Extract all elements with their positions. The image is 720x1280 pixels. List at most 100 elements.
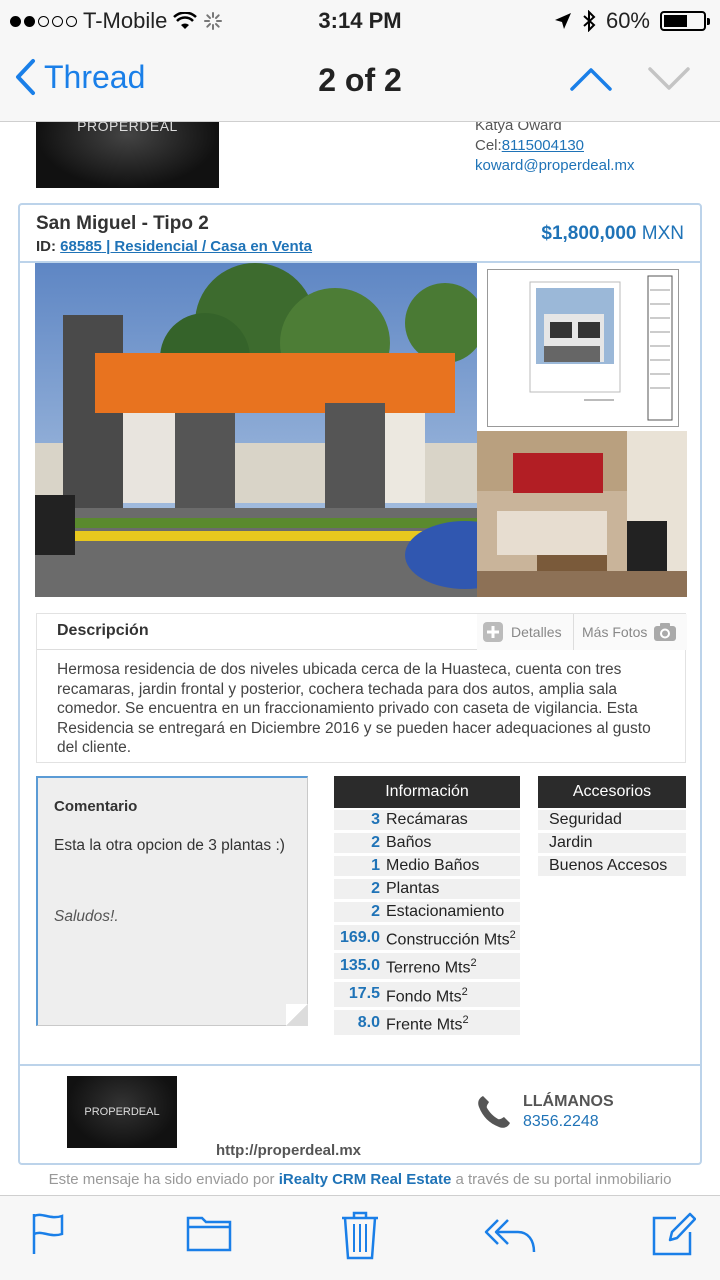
more-photos-tab[interactable]: Más Fotos — [573, 614, 677, 650]
unit-superscript: 2 — [509, 929, 516, 941]
information-value: 2 — [371, 903, 380, 920]
note-brand[interactable]: iRealty CRM Real Estate — [279, 1171, 452, 1188]
listing-title: San Miguel - Tipo 2 — [36, 213, 209, 234]
compose-icon[interactable] — [650, 1212, 696, 1256]
information-heading: Información — [334, 776, 520, 808]
comment-note: Comentario Esta la otra opcion de 3 plan… — [36, 776, 308, 1026]
price-value: $1,800,000 — [541, 223, 637, 244]
bottom-toolbar — [0, 1195, 720, 1280]
cel-link[interactable]: 8115004130 — [502, 137, 584, 154]
website-link[interactable]: http://properdeal.mx — [216, 1142, 361, 1159]
information-row: 17.5 Fondo Mts2 — [334, 981, 520, 1007]
accessory-item: Jardin — [538, 833, 686, 853]
accessory-item: Seguridad — [538, 810, 686, 830]
listing-id: ID: 68585 | Residencial / Casa en Venta — [36, 238, 312, 255]
listing-category: | Residencial / Casa en Venta — [106, 238, 313, 255]
camera-icon — [654, 623, 677, 641]
information-label: Frente Mts2 — [386, 1010, 520, 1035]
description-panel: Descripción Detalles Más Fotos Hermosa r… — [36, 613, 687, 763]
living-room-photo[interactable] — [477, 431, 687, 597]
accessories-table: Accesorios Seguridad Jardin Buenos Accesos — [538, 776, 686, 879]
information-label: Baños — [386, 833, 520, 853]
previous-message-button[interactable] — [570, 66, 612, 92]
divider — [20, 1064, 700, 1066]
unit-superscript: 2 — [470, 957, 477, 970]
information-label-text: Fondo Mts — [386, 987, 462, 1005]
information-row: 1 Medio Baños — [334, 856, 520, 876]
phone-link[interactable]: 8356.2248 — [523, 1113, 599, 1131]
information-row: 135.0 Terreno Mts2 — [334, 953, 520, 979]
unit-superscript: 2 — [461, 985, 468, 998]
note-suffix: a través de su portal inmobiliario — [455, 1171, 672, 1188]
description-heading: Descripción — [57, 622, 149, 639]
agent-email-link[interactable]: koward@properdeal.mx — [475, 157, 634, 174]
main-property-photo[interactable] — [35, 263, 477, 597]
note-prefix: Este mensaje ha sido enviado por — [48, 1171, 275, 1188]
plus-icon — [483, 622, 503, 642]
information-label: Plantas — [386, 879, 520, 899]
information-label-text: Terreno Mts — [386, 959, 471, 977]
information-row: 8.0 Frente Mts2 — [334, 1009, 520, 1036]
information-table: Información 3 Recámaras 2 Baños 1 Medio Baños… — [334, 776, 520, 1038]
battery-icon — [660, 11, 710, 31]
listing-id-label: ID: — [36, 238, 56, 255]
information-row: 169.0 Construcción Mts2 — [334, 925, 520, 951]
footer-logo: PROPERDEAL — [67, 1076, 177, 1148]
reply-icon[interactable] — [484, 1216, 536, 1254]
information-value: 135.0 — [339, 956, 380, 974]
sent-by-note: Este mensaje ha sido enviado por iRealty… — [20, 1171, 700, 1188]
information-value: 17.5 — [348, 985, 380, 1003]
listing-id-value: 68585 — [60, 238, 102, 255]
footer-logo-text: PROPERDEAL — [84, 1106, 160, 1118]
details-tab[interactable]: Detalles — [483, 620, 562, 644]
bluetooth-icon — [583, 10, 596, 32]
agent-cel: Cel:8115004130 — [475, 136, 634, 156]
information-label-text: Frente Mts — [386, 1016, 463, 1034]
description-header: Descripción — [37, 614, 477, 650]
price-currency: MXN — [641, 223, 684, 244]
more-photos-label: Más Fotos — [582, 624, 648, 640]
header-logo: PROPERDEAL — [36, 122, 219, 188]
description-text: Hermosa residencia de dos niveles ubicad… — [57, 661, 651, 756]
listing-price: $1,800,000 MXN — [541, 223, 684, 245]
cel-label: Cel: — [475, 137, 502, 154]
information-label-text: Medio Baños — [386, 857, 480, 874]
battery-percent: 60% — [605, 8, 650, 33]
nav-bar: Thread 2 of 2 — [0, 40, 720, 122]
information-label: Construcción Mts2 — [386, 925, 520, 950]
information-value: 1 — [371, 857, 380, 874]
next-message-button[interactable] — [648, 66, 690, 92]
information-label: Recámaras — [386, 810, 520, 830]
information-value: 8.0 — [357, 1013, 380, 1031]
information-row: 2 Estacionamiento — [334, 902, 520, 922]
accessory-item: Buenos Accesos — [538, 856, 686, 876]
information-value: 2 — [371, 834, 380, 851]
information-row: 2 Plantas — [334, 879, 520, 899]
information-value: 3 — [371, 811, 380, 828]
listing-card: San Miguel - Tipo 2 ID: 68585 | Residenc… — [18, 203, 702, 1165]
header-logo-text: PROPERDEAL — [77, 122, 178, 134]
information-label-text: Baños — [386, 834, 432, 851]
flag-icon[interactable] — [30, 1212, 66, 1256]
information-row: 3 Recámaras — [334, 810, 520, 830]
information-value: 169.0 — [339, 928, 380, 946]
folder-icon[interactable] — [186, 1212, 232, 1252]
trash-icon[interactable] — [340, 1210, 380, 1260]
comment-body: Esta la otra opcion de 3 plantas :) — [54, 837, 285, 854]
phone-icon — [478, 1096, 510, 1128]
information-label: Medio Baños — [386, 856, 520, 876]
accessories-heading: Accesorios — [538, 776, 686, 808]
information-label: Estacionamiento — [386, 902, 520, 922]
floor-plan-photo[interactable] — [487, 269, 679, 427]
call-label: LLÁMANOS — [523, 1093, 614, 1110]
nav-title: 2 of 2 — [318, 62, 402, 98]
information-label-text: Plantas — [386, 880, 440, 897]
listing-id-link[interactable]: 68585 | Residencial / Casa en Venta — [60, 238, 312, 255]
message-body: PROPERDEAL Katya Oward Cel:8115004130 ko… — [0, 122, 720, 1195]
information-row: 2 Baños — [334, 833, 520, 853]
unit-superscript: 2 — [462, 1013, 469, 1026]
status-right: 60% — [554, 8, 710, 34]
description-tabs: Detalles Más Fotos — [477, 614, 687, 650]
status-bar: T-Mobile 3:14 PM 60% — [0, 0, 720, 40]
information-value: 2 — [371, 880, 380, 897]
